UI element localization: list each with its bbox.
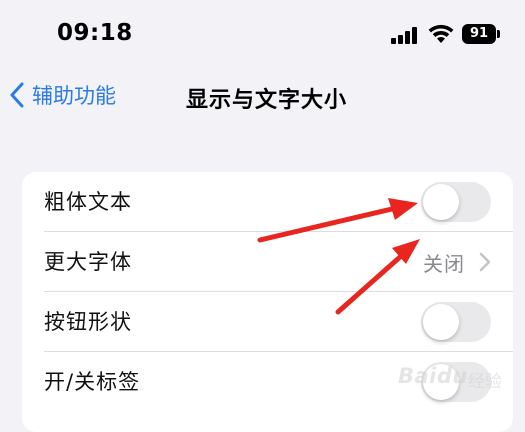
navigation-bar: 辅助功能 显示与文字大小 — [0, 70, 525, 120]
row-bold-text: 粗体文本 — [22, 172, 513, 232]
row-label: 开/关标签 — [44, 370, 141, 394]
battery-tip — [497, 30, 500, 38]
back-button[interactable]: 辅助功能 — [10, 80, 116, 110]
row-value: 关闭 — [423, 252, 465, 276]
watermark-sub: 经验 — [468, 372, 502, 392]
row-larger-text[interactable]: 更大字体 关闭 — [22, 232, 513, 292]
battery-level: 91 — [469, 26, 489, 41]
bold-text-toggle[interactable] — [421, 182, 491, 222]
battery-icon: 91 — [462, 24, 496, 44]
chevron-left-icon — [10, 82, 24, 108]
status-bar: 09:18 91 — [0, 0, 525, 70]
row-button-shapes: 按钮形状 — [22, 292, 513, 352]
watermark-text: Baidu — [398, 364, 468, 388]
wifi-icon — [428, 24, 454, 43]
toggle-knob — [423, 184, 459, 220]
row-label: 按钮形状 — [44, 310, 132, 334]
toggle-knob — [423, 304, 459, 340]
row-label: 更大字体 — [44, 250, 132, 274]
cellular-signal-icon — [391, 26, 419, 44]
baidu-watermark: Baidu 经验 — [398, 360, 518, 400]
row-label: 粗体文本 — [44, 190, 132, 214]
chevron-right-icon — [479, 252, 491, 272]
status-time: 09:18 — [57, 20, 133, 46]
back-label: 辅助功能 — [32, 84, 116, 108]
button-shapes-toggle[interactable] — [421, 302, 491, 342]
page-title: 显示与文字大小 — [186, 88, 348, 113]
